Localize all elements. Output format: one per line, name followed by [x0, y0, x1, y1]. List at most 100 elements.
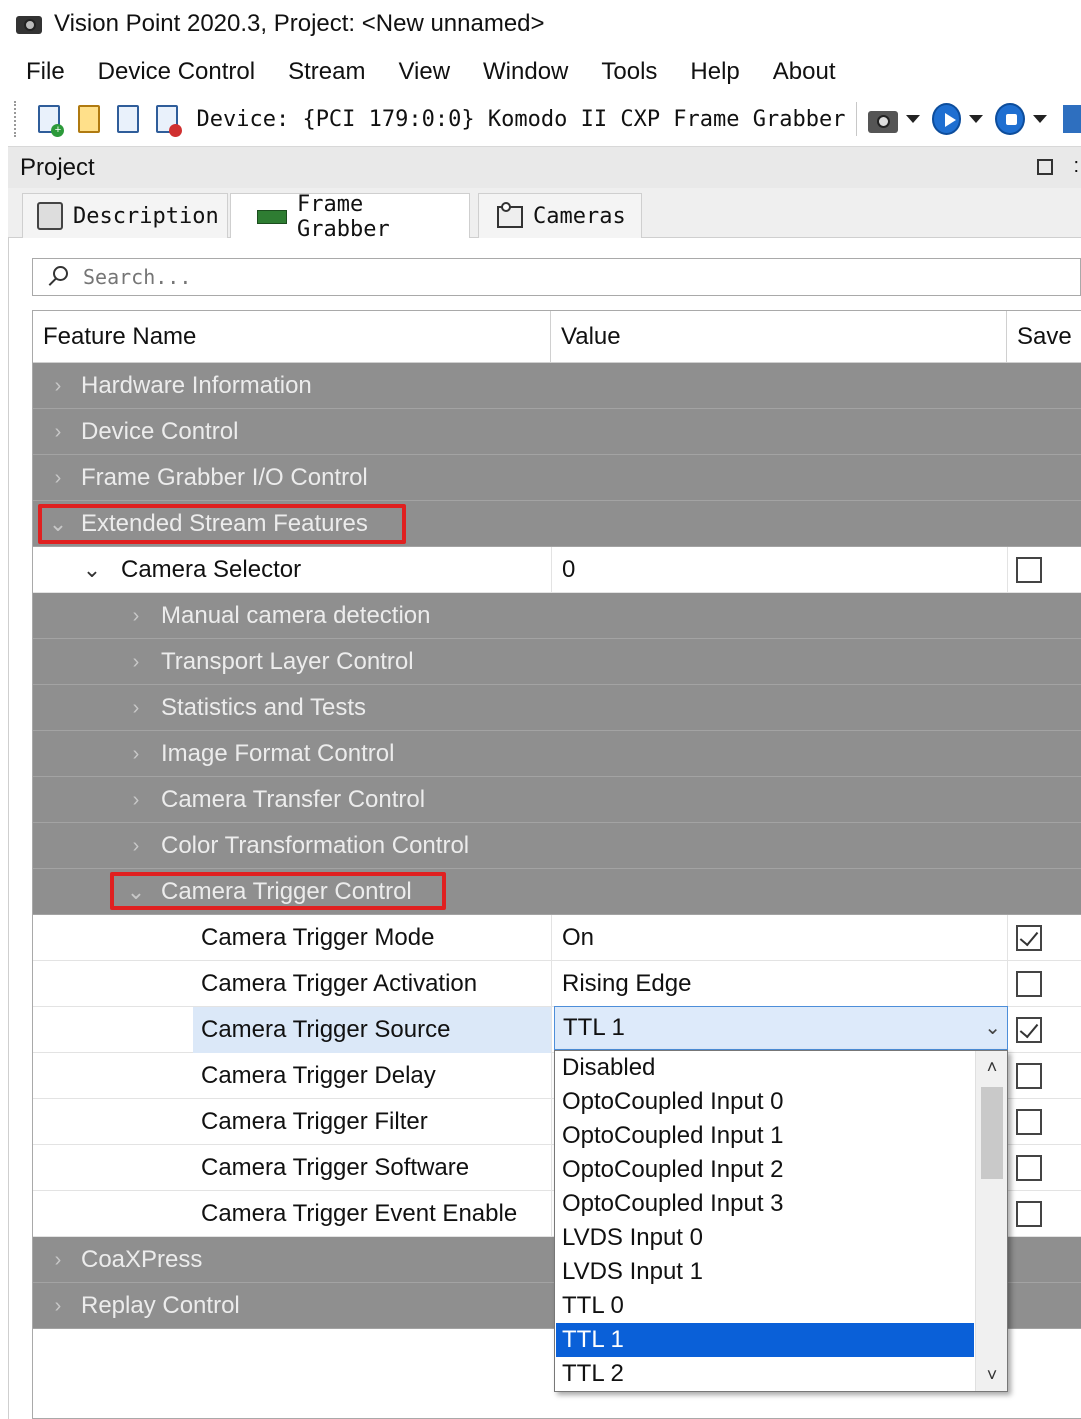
device-label: Device: {PCI 179:0:0} Komodo II CXP Fram…: [196, 106, 846, 132]
dropdown-option[interactable]: OptoCoupled Input 0: [556, 1085, 974, 1119]
menu-file[interactable]: File: [26, 58, 65, 86]
tree-group-row[interactable]: › Statistics and Tests: [33, 685, 1081, 731]
save-checkbox[interactable]: [1016, 1201, 1042, 1227]
save-cell: [1007, 1191, 1081, 1237]
tab-frame-grabber[interactable]: Frame Grabber: [230, 192, 470, 242]
dropdown-option[interactable]: OptoCoupled Input 3: [556, 1187, 974, 1221]
trigger-source-combo[interactable]: TTL 1 ⌄: [554, 1006, 1008, 1050]
board-icon: [257, 209, 287, 224]
save-checkbox[interactable]: [1016, 1155, 1042, 1181]
title-bar: Vision Point 2020.3, Project: <New unnam…: [0, 0, 1081, 48]
tree-group-row[interactable]: › Camera Transfer Control: [33, 777, 1081, 823]
chevron-right-icon[interactable]: ›: [125, 777, 147, 823]
feature-name: Camera Trigger Activation: [201, 970, 478, 997]
menu-window[interactable]: Window: [483, 58, 568, 86]
feature-value[interactable]: On: [551, 915, 1007, 961]
search-box[interactable]: [32, 258, 1081, 296]
dropdown-option[interactable]: TTL 0: [556, 1289, 974, 1323]
menu-about[interactable]: About: [773, 58, 836, 86]
dropdown-option[interactable]: OptoCoupled Input 2: [556, 1153, 974, 1187]
tree-group-row[interactable]: › Image Format Control: [33, 731, 1081, 777]
menu-stream[interactable]: Stream: [288, 58, 365, 86]
save-checkbox[interactable]: [1016, 925, 1042, 951]
tab-description[interactable]: Description: [22, 193, 228, 238]
menu-tools[interactable]: Tools: [601, 58, 657, 86]
save-cell: [1007, 961, 1081, 1007]
play-icon[interactable]: [931, 103, 962, 135]
dropdown-option[interactable]: TTL 1: [556, 1323, 974, 1357]
chevron-right-icon[interactable]: ›: [47, 455, 69, 501]
dropdown-scrollbar[interactable]: ˄ ˅: [975, 1051, 1007, 1391]
chevron-right-icon[interactable]: ›: [125, 593, 147, 639]
highlight-extended-stream-features: [38, 504, 406, 544]
chevron-down-icon[interactable]: ⌄: [984, 1015, 1001, 1040]
close-icon[interactable]: :: [1073, 155, 1079, 178]
dropdown-option[interactable]: OptoCoupled Input 1: [556, 1119, 974, 1153]
chevron-right-icon[interactable]: ›: [125, 823, 147, 869]
column-value[interactable]: Value: [551, 311, 1007, 363]
chevron-down-icon[interactable]: ⌄: [81, 547, 103, 593]
save-checkbox[interactable]: [1016, 1063, 1042, 1089]
stop-icon[interactable]: [995, 103, 1025, 135]
feature-value[interactable]: 0: [551, 547, 1007, 593]
menu-help[interactable]: Help: [690, 58, 739, 86]
tree-group-row[interactable]: › Transport Layer Control: [33, 639, 1081, 685]
chevron-down-icon[interactable]: [1032, 115, 1047, 123]
scroll-up-icon[interactable]: ˄: [976, 1051, 1007, 1083]
open-project-icon[interactable]: [74, 102, 103, 136]
camera-icon: [14, 12, 44, 36]
close-project-icon[interactable]: [152, 102, 183, 137]
column-feature-name[interactable]: Feature Name: [33, 311, 551, 363]
table-row[interactable]: Camera Trigger Mode On: [33, 915, 1081, 961]
document-icon: [37, 202, 63, 230]
feature-name: Camera Trigger Event Enable: [201, 1200, 518, 1227]
tree-group-row[interactable]: › Frame Grabber I/O Control: [33, 455, 1081, 501]
feature-name: Device Control: [81, 418, 239, 445]
more-toolbar-icon[interactable]: [1062, 105, 1081, 133]
chevron-right-icon[interactable]: ›: [47, 409, 69, 455]
tree-group-row[interactable]: › Color Transformation Control: [33, 823, 1081, 869]
dropdown-option[interactable]: LVDS Input 1: [556, 1255, 974, 1289]
feature-name: Camera Transfer Control: [161, 786, 426, 813]
feature-value[interactable]: Rising Edge: [551, 961, 1007, 1007]
chevron-down-icon[interactable]: [905, 115, 920, 123]
save-checkbox[interactable]: [1016, 1017, 1042, 1043]
save-project-icon[interactable]: [113, 102, 142, 136]
scrollbar-thumb[interactable]: [981, 1087, 1003, 1179]
dropdown-option[interactable]: TTL 2: [556, 1357, 974, 1391]
dropdown-option[interactable]: LVDS Input 0: [556, 1221, 974, 1255]
table-row[interactable]: ⌄ Camera Selector 0: [33, 547, 1081, 593]
scroll-down-icon[interactable]: ˅: [976, 1359, 1007, 1391]
project-panel-header: Project :: [8, 146, 1081, 188]
camera-icon[interactable]: [866, 103, 899, 135]
tree-group-row[interactable]: › Device Control: [33, 409, 1081, 455]
tab-cameras[interactable]: Cameras: [478, 193, 642, 238]
save-checkbox[interactable]: [1016, 557, 1042, 583]
highlight-camera-trigger-control: [110, 872, 446, 910]
dropdown-option[interactable]: Disabled: [556, 1051, 974, 1085]
table-row[interactable]: Camera Trigger Activation Rising Edge: [33, 961, 1081, 1007]
float-panel-icon[interactable]: [1037, 159, 1053, 175]
tree-group-row[interactable]: › Hardware Information: [33, 363, 1081, 409]
feature-name: Camera Trigger Source: [201, 1016, 451, 1043]
menu-view[interactable]: View: [398, 58, 450, 86]
column-save[interactable]: Save: [1007, 311, 1081, 363]
chevron-right-icon[interactable]: ›: [125, 731, 147, 777]
chevron-right-icon[interactable]: ›: [47, 1283, 69, 1329]
menu-device-control[interactable]: Device Control: [98, 58, 255, 86]
tree-group-row[interactable]: › Manual camera detection: [33, 593, 1081, 639]
save-checkbox[interactable]: [1016, 1109, 1042, 1135]
combo-current-value: TTL 1: [563, 1014, 625, 1041]
chevron-right-icon[interactable]: ›: [47, 1237, 69, 1283]
save-cell: [1007, 915, 1081, 961]
chevron-right-icon[interactable]: ›: [125, 639, 147, 685]
new-project-icon[interactable]: +: [34, 102, 65, 137]
feature-name: Camera Trigger Mode: [201, 924, 435, 951]
chevron-down-icon[interactable]: [969, 115, 984, 123]
chevron-right-icon[interactable]: ›: [47, 363, 69, 409]
search-input[interactable]: [83, 265, 983, 289]
toolbar-grip[interactable]: [14, 101, 21, 137]
cameras-icon: [497, 202, 523, 230]
save-checkbox[interactable]: [1016, 971, 1042, 997]
chevron-right-icon[interactable]: ›: [125, 685, 147, 731]
